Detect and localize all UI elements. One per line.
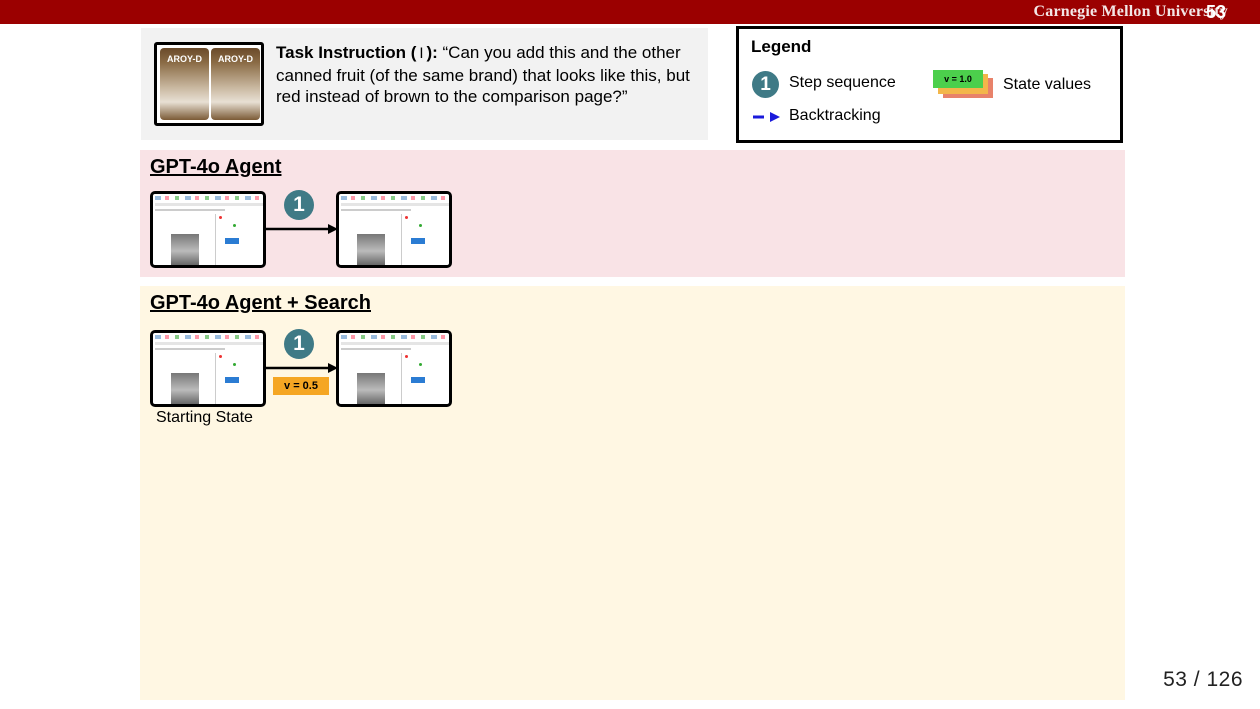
step-arrow-icon [266,363,338,373]
task-label-close: ): [426,43,438,62]
backtrack-arrow-icon [753,112,780,122]
section-title: GPT-4o Agent + Search [150,292,371,314]
step-arrow-icon [266,224,338,234]
text-cursor-icon: I [419,46,424,62]
state-value-stack-icon: v = 1.0 [933,70,997,102]
legend-box: Legend 1 Step sequence v = 1.0 State val… [736,26,1123,143]
page-counter: 53 / 126 [1163,668,1243,691]
can-brand-label: AROY-D [217,54,253,64]
section-title: GPT-4o Agent [150,156,282,178]
gpt4o-agent-search-section: GPT-4o Agent + Search 1 v = 0.5 Starting… [140,286,1125,700]
state-value-sample: v = 1.0 [933,70,983,88]
gpt4o-agent-section: GPT-4o Agent 1 [140,150,1125,277]
legend-backtrack-label: Backtracking [789,107,881,124]
can-brand-label: AROY-D [166,54,202,64]
university-name: Carnegie Mellon University [1033,3,1228,20]
header-bar: Carnegie Mellon University 53 [0,0,1260,24]
task-instruction-box: AROY-D AROY-D Task Instruction (I): “Can… [141,28,708,140]
slide-number: 53 [1205,2,1226,22]
can-left: AROY-D [160,48,209,120]
step-badge: 1 [284,190,314,220]
legend-step-label: Step sequence [789,74,896,91]
canned-fruit-image: AROY-D AROY-D [154,42,264,126]
state-thumbnail-step-1[interactable] [336,330,452,407]
state-value-badge: v = 0.5 [273,377,329,395]
state-thumbnail-start[interactable] [150,330,266,407]
task-label: Task Instruction ( [276,43,417,62]
starting-state-label: Starting State [156,409,253,426]
can-right: AROY-D [211,48,260,120]
task-instruction-text: Task Instruction (I): “Can you add this … [276,42,701,107]
state-thumbnail-start[interactable] [150,191,266,268]
step-badge-icon: 1 [752,71,779,98]
step-badge: 1 [284,329,314,359]
state-thumbnail-step-1[interactable] [336,191,452,268]
legend-state-label: State values [1003,76,1092,93]
legend-title: Legend [751,37,812,56]
